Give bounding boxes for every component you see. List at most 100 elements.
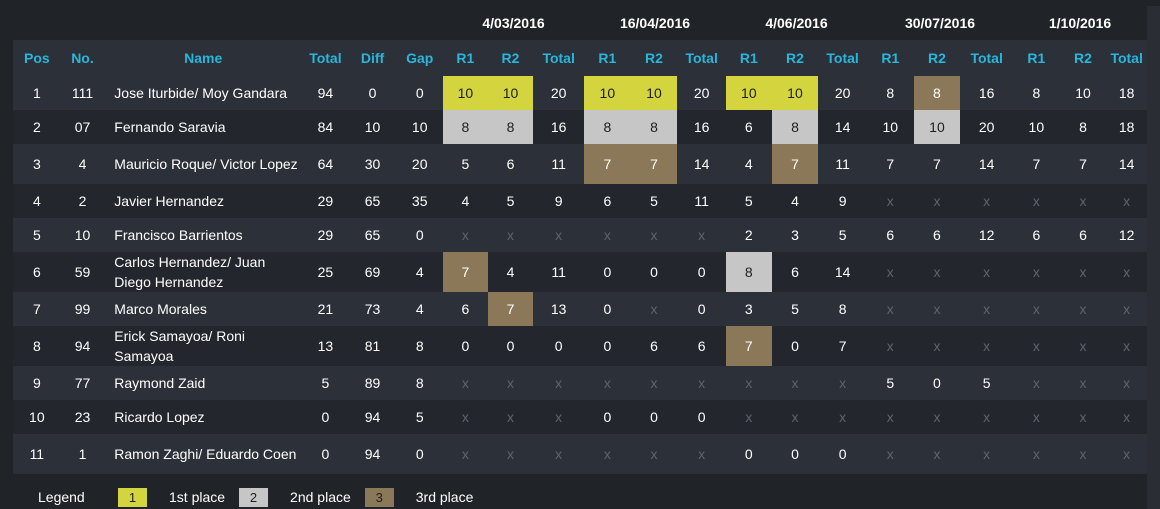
gap-cell: 8 bbox=[396, 366, 444, 400]
header-event-total: Total bbox=[818, 40, 867, 76]
pos-cell: 3 bbox=[13, 144, 61, 184]
number-cell: 77 bbox=[60, 366, 105, 400]
race-score-cell: x bbox=[866, 326, 914, 366]
race-score-cell: 7 bbox=[443, 252, 488, 292]
header-pos: Pos bbox=[13, 40, 61, 76]
table-row: 2 07 Fernando Saravia 84 10 10 8 8 16 8 8 16 6 8 14 10 1… bbox=[13, 110, 1147, 144]
event-total-cell: 12 bbox=[960, 218, 1014, 252]
race-score-cell: x bbox=[1013, 252, 1060, 292]
race-score-cell: x bbox=[866, 184, 914, 218]
race-score-cell: x bbox=[487, 400, 534, 434]
standings-page: 4/03/2016 16/04/2016 4/06/2016 30/07/201… bbox=[0, 0, 1160, 509]
race-score-cell: x bbox=[1013, 400, 1060, 434]
race-score-cell: 10 bbox=[584, 76, 631, 110]
header-no: No. bbox=[60, 40, 105, 76]
diff-cell: 65 bbox=[348, 218, 397, 252]
race-score-cell: 8 bbox=[771, 110, 819, 144]
number-cell: 1 bbox=[60, 434, 105, 474]
event-date: 4/06/2016 bbox=[726, 6, 867, 40]
race-score-cell: 6 bbox=[771, 252, 819, 292]
race-score-cell: 0 bbox=[913, 366, 961, 400]
event-total-cell: 18 bbox=[1106, 110, 1147, 144]
gap-cell: 0 bbox=[396, 76, 444, 110]
event-total-cell: x bbox=[533, 434, 585, 474]
event-total-cell: 11 bbox=[533, 252, 585, 292]
race-score-cell: 0 bbox=[726, 434, 772, 474]
race-score-cell: x bbox=[1059, 434, 1107, 474]
scrollbar-track[interactable] bbox=[1147, 6, 1160, 509]
event-total-cell: 12 bbox=[1106, 218, 1147, 252]
race-score-cell: 6 bbox=[1059, 218, 1107, 252]
header-event-total: Total bbox=[677, 40, 726, 76]
gap-cell: 10 bbox=[396, 110, 444, 144]
event-date: 16/04/2016 bbox=[584, 6, 726, 40]
pos-cell: 1 bbox=[13, 76, 61, 110]
legend-text-first: 1st place bbox=[169, 489, 226, 505]
header-r1: R1 bbox=[726, 40, 772, 76]
event-total-cell: 6 bbox=[677, 326, 726, 366]
gap-cell: 0 bbox=[396, 218, 444, 252]
race-score-cell: x bbox=[726, 400, 772, 434]
race-score-cell: 10 bbox=[726, 76, 772, 110]
table-row: 1 111 Jose Iturbide/ Moy Gandara 94 0 0 10 10 20… bbox=[13, 76, 1147, 110]
race-score-cell: x bbox=[866, 252, 914, 292]
event-total-cell: 20 bbox=[677, 76, 726, 110]
race-score-cell: 0 bbox=[584, 292, 631, 326]
race-score-cell: 6 bbox=[487, 144, 534, 184]
event-total-cell: x bbox=[818, 366, 867, 400]
race-score-cell: x bbox=[866, 292, 914, 326]
table-row: 3 4 Mauricio Roque/ Victor Lopez 64 30 20 5 6 11… bbox=[13, 144, 1147, 184]
race-score-cell: x bbox=[1013, 434, 1060, 474]
race-score-cell: x bbox=[584, 366, 631, 400]
event-total-cell: x bbox=[533, 400, 585, 434]
name-cell: Ramon Zaghi/ Eduardo Coen bbox=[104, 434, 303, 474]
race-score-cell: 7 bbox=[726, 326, 772, 366]
race-score-cell: x bbox=[443, 366, 488, 400]
race-score-cell: x bbox=[913, 434, 961, 474]
race-score-cell: x bbox=[913, 292, 961, 326]
race-score-cell: x bbox=[630, 366, 678, 400]
diff-cell: 69 bbox=[348, 252, 397, 292]
event-total-cell: x bbox=[533, 218, 585, 252]
total-cell: 0 bbox=[302, 400, 349, 434]
race-score-cell: x bbox=[630, 218, 678, 252]
column-header-row: Pos No. Name Total Diff Gap R1 R2 Total R1 R2 Total… bbox=[13, 40, 1147, 76]
event-total-cell: 14 bbox=[818, 252, 867, 292]
legend-swatch-second: 2 bbox=[239, 487, 269, 507]
pos-cell: 6 bbox=[13, 252, 61, 292]
race-score-cell: x bbox=[487, 218, 534, 252]
race-score-cell: 5 bbox=[866, 366, 914, 400]
diff-cell: 10 bbox=[348, 110, 397, 144]
race-score-cell: x bbox=[771, 366, 819, 400]
race-score-cell: 7 bbox=[584, 144, 631, 184]
total-cell: 0 bbox=[302, 434, 349, 474]
race-score-cell: 10 bbox=[443, 76, 488, 110]
diff-cell: 73 bbox=[348, 292, 397, 326]
number-cell: 07 bbox=[60, 110, 105, 144]
event-total-cell: 14 bbox=[960, 144, 1014, 184]
number-cell: 59 bbox=[60, 252, 105, 292]
name-cell: Marco Morales bbox=[104, 292, 303, 326]
event-total-cell: x bbox=[960, 184, 1014, 218]
table-row: 7 99 Marco Morales 21 73 4 6 7 13 0 x 0 3 5 8 x x x x x x bbox=[13, 292, 1147, 326]
pos-cell: 10 bbox=[13, 400, 61, 434]
race-score-cell: 4 bbox=[726, 144, 772, 184]
event-total-cell: 8 bbox=[818, 292, 867, 326]
gap-cell: 35 bbox=[396, 184, 444, 218]
race-score-cell: 8 bbox=[866, 76, 914, 110]
race-score-cell: 6 bbox=[584, 184, 631, 218]
event-total-cell: x bbox=[1106, 252, 1147, 292]
diff-cell: 0 bbox=[348, 76, 397, 110]
event-total-cell: x bbox=[960, 292, 1014, 326]
legend-text-second: 2nd place bbox=[290, 489, 351, 505]
total-cell: 29 bbox=[302, 184, 349, 218]
race-score-cell: x bbox=[1013, 326, 1060, 366]
gap-cell: 5 bbox=[396, 400, 444, 434]
total-cell: 84 bbox=[302, 110, 349, 144]
race-score-cell: x bbox=[1013, 366, 1060, 400]
name-cell: Carlos Hernandez/ Juan Diego Hernandez bbox=[104, 252, 303, 292]
race-score-cell: x bbox=[866, 434, 914, 474]
event-total-cell: 14 bbox=[818, 110, 867, 144]
event-total-cell: 5 bbox=[960, 366, 1014, 400]
event-total-cell: 16 bbox=[533, 110, 585, 144]
